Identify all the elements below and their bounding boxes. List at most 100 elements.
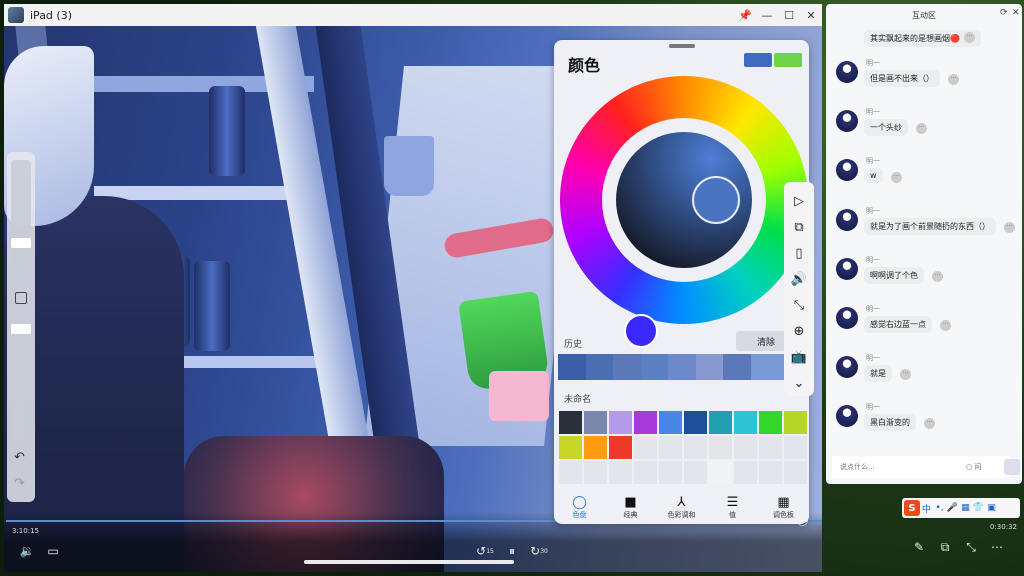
palette-swatch[interactable] xyxy=(708,460,733,485)
more-icon[interactable]: ··· xyxy=(932,270,943,282)
pin-icon[interactable]: 📌 xyxy=(734,4,756,26)
sogou-logo-icon[interactable]: S xyxy=(904,500,920,516)
more-icon[interactable]: ··· xyxy=(900,369,911,381)
zoom-in-icon[interactable]: ⊕ xyxy=(788,318,810,344)
pencil-icon[interactable]: ✎ xyxy=(910,540,928,554)
hue-ring[interactable] xyxy=(560,76,808,348)
palette-swatch[interactable] xyxy=(558,460,583,485)
palette-swatch[interactable] xyxy=(583,435,608,460)
palette-swatch[interactable] xyxy=(758,410,783,435)
folder-icon[interactable] xyxy=(1004,459,1020,475)
palette-swatch[interactable] xyxy=(683,435,708,460)
pause-icon[interactable]: ⏸ xyxy=(503,543,521,559)
tab-disc[interactable]: ◯ 色盘 xyxy=(556,494,604,520)
more-icon[interactable]: ··· xyxy=(963,32,975,43)
undo-icon[interactable]: ↶ xyxy=(14,450,25,465)
chat-input[interactable] xyxy=(832,463,952,471)
ime-item[interactable]: 中 xyxy=(920,502,933,515)
fullscreen-icon[interactable]: ⤡ xyxy=(788,292,810,318)
history-swatch[interactable] xyxy=(723,354,751,380)
danmaku-icon[interactable]: ▭ xyxy=(44,543,62,559)
palette-swatch[interactable] xyxy=(558,435,583,460)
palette-swatch[interactable] xyxy=(683,460,708,485)
picture-in-picture-icon[interactable]: ⧉ xyxy=(936,540,954,555)
palette-swatch[interactable] xyxy=(658,460,683,485)
tab-grid[interactable]: ▦ 调色板 xyxy=(760,494,808,520)
avatar[interactable] xyxy=(836,356,858,379)
history-swatch[interactable] xyxy=(613,354,641,380)
minimize-icon[interactable]: — xyxy=(756,4,778,26)
palette-swatch[interactable] xyxy=(733,410,758,435)
avatar[interactable] xyxy=(836,257,858,280)
chevron-down-icon[interactable]: ⌄ xyxy=(788,370,810,396)
tab-sliders[interactable]: ☰ 值 xyxy=(709,494,757,520)
palette-swatch[interactable] xyxy=(733,435,758,460)
palette-swatch[interactable] xyxy=(608,410,633,435)
avatar[interactable] xyxy=(836,307,858,329)
question-toggle[interactable]: ○ 问 xyxy=(966,462,981,472)
avatar[interactable] xyxy=(836,61,858,83)
volume-icon[interactable]: 🔉 xyxy=(18,543,36,559)
palette-swatch[interactable] xyxy=(633,460,658,485)
palette-swatch[interactable] xyxy=(783,435,808,460)
refresh-icon[interactable]: ⟳ xyxy=(1000,8,1008,18)
ime-item[interactable]: 🎤 xyxy=(946,503,959,513)
palette-swatch[interactable] xyxy=(658,410,683,435)
video-play-icon[interactable]: ▷ xyxy=(788,188,810,214)
history-swatch[interactable] xyxy=(750,354,779,380)
brush-size-slider[interactable] xyxy=(11,160,31,270)
avatar[interactable] xyxy=(836,208,858,231)
more-icon[interactable]: ⋯ xyxy=(988,540,1006,554)
drag-handle[interactable] xyxy=(669,44,695,48)
history-swatch[interactable] xyxy=(585,354,614,380)
maximize-icon[interactable]: ☐ xyxy=(778,4,800,26)
palette-swatch[interactable] xyxy=(758,460,783,485)
palette-swatch[interactable] xyxy=(558,410,583,435)
palette-swatch[interactable] xyxy=(733,460,758,485)
history-swatch[interactable] xyxy=(640,354,669,380)
secondary-color-swatch[interactable] xyxy=(774,53,802,67)
palette-swatch[interactable] xyxy=(683,410,708,435)
more-icon[interactable]: ··· xyxy=(916,123,927,135)
color-selector-handle[interactable] xyxy=(692,176,740,224)
more-icon[interactable]: ··· xyxy=(940,320,951,331)
avatar[interactable] xyxy=(836,405,858,428)
palette-swatch[interactable] xyxy=(708,435,733,460)
volume-icon[interactable]: 🔊 xyxy=(788,266,810,292)
history-swatch[interactable] xyxy=(668,354,696,380)
redo-icon[interactable]: ↷ xyxy=(14,476,25,491)
ime-item[interactable]: 👕 xyxy=(972,503,985,513)
more-icon[interactable]: ··· xyxy=(1004,221,1015,233)
tv-icon[interactable]: 📺 xyxy=(788,344,810,370)
phone-rotate-icon[interactable]: ▯ xyxy=(788,240,810,266)
palette-swatch[interactable] xyxy=(608,460,633,485)
close-icon[interactable]: ✕ xyxy=(800,4,822,26)
brush-opacity-slider[interactable] xyxy=(11,322,31,442)
modify-button[interactable] xyxy=(15,292,27,304)
more-icon[interactable]: ··· xyxy=(924,418,935,430)
avatar[interactable] xyxy=(836,159,858,182)
palette-swatch[interactable] xyxy=(583,410,608,435)
palette-swatch[interactable] xyxy=(583,460,608,485)
ime-item[interactable]: ▦ xyxy=(959,503,972,513)
history-swatch[interactable] xyxy=(558,354,586,380)
ime-item[interactable]: ▣ xyxy=(985,503,998,513)
hue-selector-handle[interactable] xyxy=(624,314,658,348)
close-icon[interactable]: ✕ xyxy=(1012,8,1020,18)
screenshot-icon[interactable]: ⧉ xyxy=(788,214,810,240)
primary-color-swatch[interactable] xyxy=(744,53,772,67)
palette-swatch[interactable] xyxy=(633,410,658,435)
palette-swatch[interactable] xyxy=(758,435,783,460)
history-swatch[interactable] xyxy=(695,354,724,380)
palette-swatch[interactable] xyxy=(783,460,808,485)
forward-icon[interactable]: ↻ 30 xyxy=(530,543,548,559)
more-icon[interactable]: ··· xyxy=(948,74,959,85)
ime-item[interactable]: •, xyxy=(933,503,946,513)
tab-square[interactable]: ■ 经典 xyxy=(607,494,655,520)
palette-swatch[interactable] xyxy=(658,435,683,460)
rewind-icon[interactable]: ↺ 15 xyxy=(476,543,494,559)
avatar[interactable] xyxy=(836,110,858,133)
shrink-icon[interactable]: ⤡ xyxy=(962,540,980,555)
palette-swatch[interactable] xyxy=(608,435,633,460)
palette-swatch[interactable] xyxy=(708,410,733,435)
